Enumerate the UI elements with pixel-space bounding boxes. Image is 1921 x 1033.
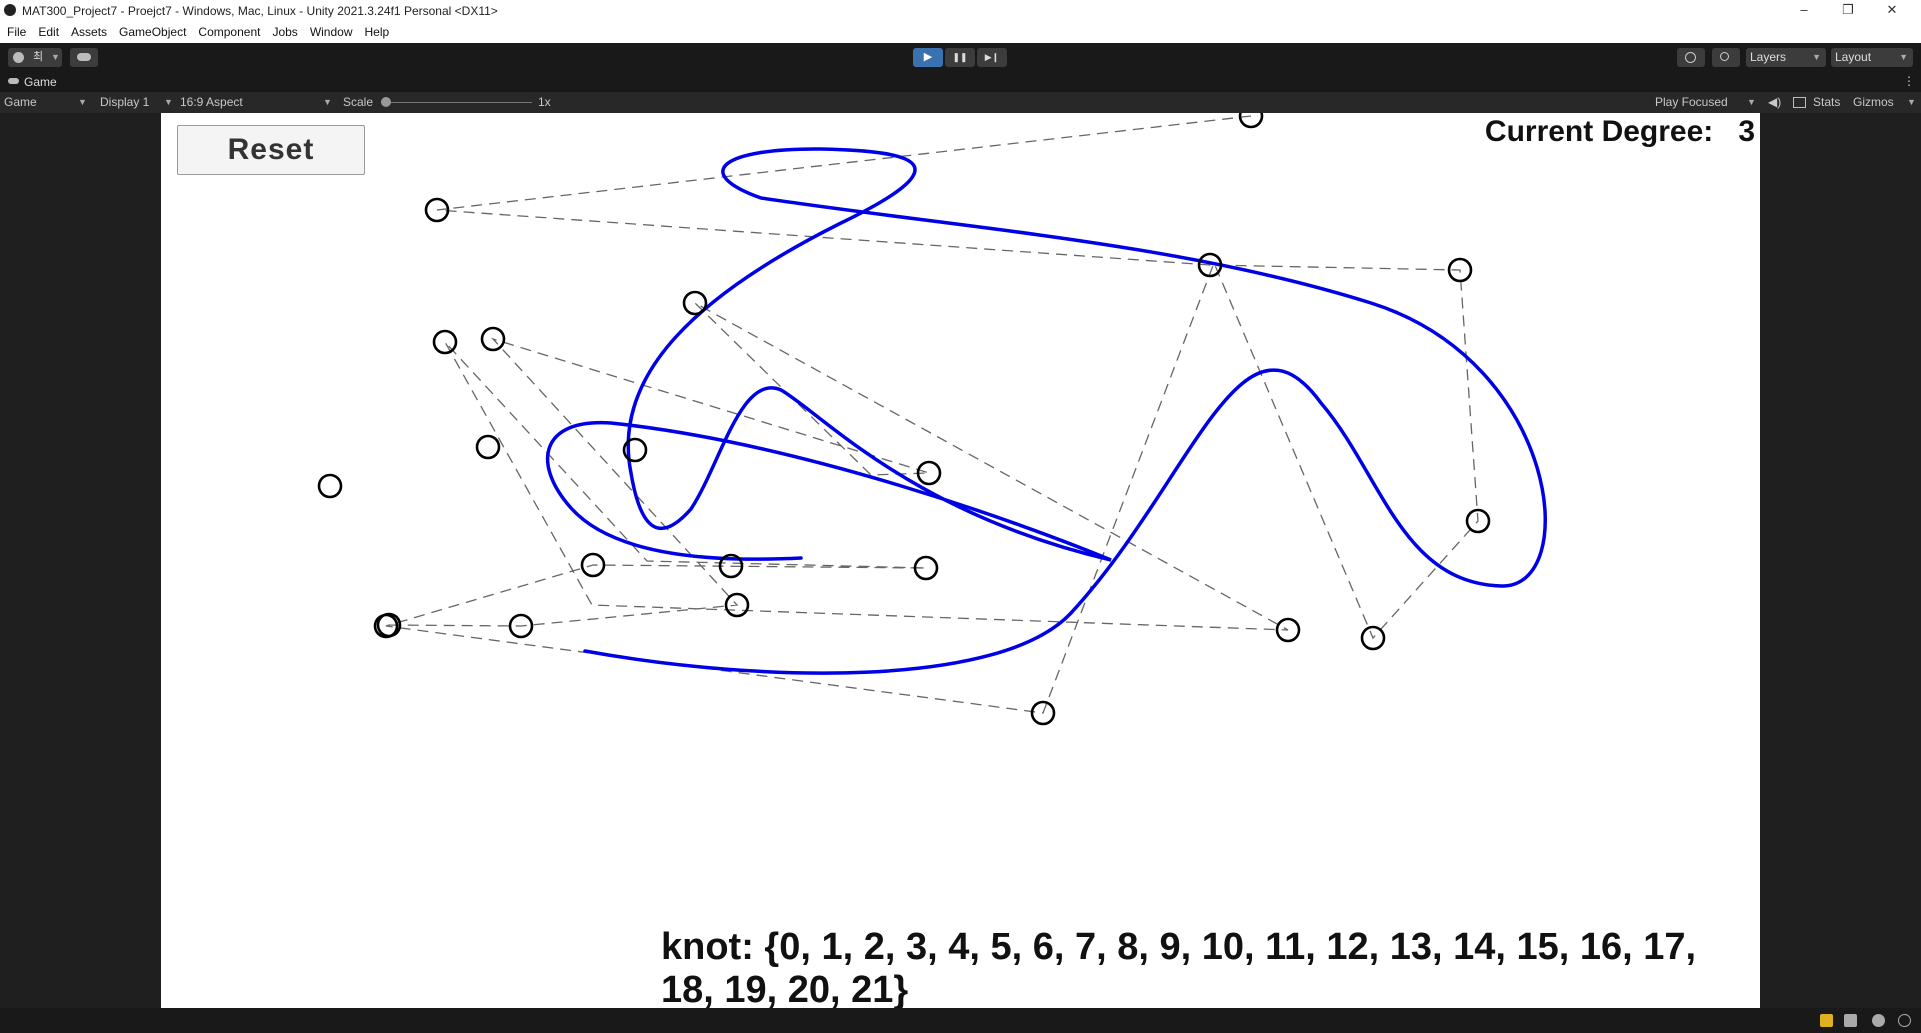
reset-button[interactable]: Reset bbox=[177, 125, 365, 175]
chevron-down-icon: ▼ bbox=[323, 97, 332, 107]
scale-slider-handle[interactable] bbox=[381, 97, 391, 107]
knot-vector-text: knot: {0, 1, 2, 3, 4, 5, 6, 7, 8, 9, 10,… bbox=[661, 926, 1697, 1008]
title-bar: MAT300_Project7 - Proejct7 - Windows, Ma… bbox=[0, 0, 1921, 22]
menu-component[interactable]: Component bbox=[192, 22, 266, 39]
search-icon bbox=[1720, 52, 1729, 61]
menu-file[interactable]: File bbox=[0, 22, 32, 39]
layout-label: Layout bbox=[1835, 50, 1872, 64]
menu-assets[interactable]: Assets bbox=[65, 22, 113, 39]
audio-icon[interactable]: ◀) bbox=[1768, 95, 1781, 109]
chevron-down-icon: ▼ bbox=[78, 97, 87, 107]
display-dropdown[interactable]: Display 1 bbox=[100, 95, 149, 109]
scale-value: 1x bbox=[538, 95, 551, 109]
play-focused-dropdown[interactable]: Play Focused bbox=[1655, 95, 1728, 109]
menu-bar: File Edit Assets GameObject Component Jobs Win… bbox=[0, 22, 1921, 43]
menu-jobs[interactable]: Jobs bbox=[266, 22, 303, 39]
bspline-curve bbox=[545, 147, 1547, 675]
game-tab-bar: Game ⋮ bbox=[0, 72, 1921, 92]
play-button[interactable]: ▶ bbox=[913, 48, 943, 67]
chevron-down-icon: ▼ bbox=[51, 52, 60, 62]
view-mode-dropdown[interactable]: Game bbox=[4, 95, 37, 109]
control-point[interactable] bbox=[682, 290, 708, 316]
account-icon bbox=[13, 52, 24, 63]
chevron-down-icon: ▼ bbox=[1899, 52, 1908, 62]
control-point[interactable] bbox=[432, 329, 458, 355]
game-view-bar: Game ▼ Display 1 ▼ 16:9 Aspect ▼ Scale 1… bbox=[0, 92, 1921, 113]
more-options-icon[interactable]: ⋮ bbox=[1903, 74, 1915, 88]
game-viewport[interactable]: Reset Current Degree: 3 knot: {0, 1, 2, … bbox=[161, 113, 1760, 1008]
step-button[interactable]: ▶❙ bbox=[977, 48, 1007, 67]
curve-canvas bbox=[317, 113, 1547, 726]
degree-value: 3 bbox=[1738, 115, 1755, 148]
stats-button[interactable]: Stats bbox=[1813, 95, 1840, 109]
pause-button[interactable]: ❚❚ bbox=[945, 48, 975, 67]
degree-label: Current Degree: bbox=[1484, 115, 1714, 148]
stack-icon[interactable] bbox=[1844, 1014, 1857, 1027]
layout-dropdown[interactable]: Layout ▼ bbox=[1831, 48, 1913, 67]
chevron-down-icon: ▼ bbox=[164, 97, 173, 107]
scale-slider-track[interactable] bbox=[385, 102, 532, 103]
undo-history-button[interactable] bbox=[1677, 48, 1705, 67]
control-polygon bbox=[385, 115, 1479, 714]
history-icon bbox=[1685, 52, 1696, 63]
gizmos-button[interactable]: Gizmos bbox=[1853, 95, 1894, 109]
cloud-icon bbox=[77, 53, 91, 61]
control-point[interactable] bbox=[475, 434, 501, 460]
menu-help[interactable]: Help bbox=[359, 22, 396, 39]
grid-icon[interactable] bbox=[1793, 97, 1806, 108]
letterbox-right bbox=[1760, 113, 1921, 1008]
menu-gameobject[interactable]: GameObject bbox=[113, 22, 192, 39]
unity-logo-icon bbox=[4, 4, 16, 16]
cloud-button[interactable] bbox=[70, 48, 98, 67]
control-point[interactable] bbox=[1238, 113, 1264, 129]
layers-label: Layers bbox=[1750, 50, 1787, 64]
layers-dropdown[interactable]: Layers ▼ bbox=[1746, 48, 1826, 67]
control-points[interactable] bbox=[317, 113, 1491, 726]
maximize-button[interactable]: ❐ bbox=[1826, 0, 1870, 22]
letterbox-left bbox=[0, 113, 161, 1008]
close-button[interactable]: ✕ bbox=[1870, 0, 1914, 22]
control-point[interactable] bbox=[317, 473, 343, 499]
main-toolbar: 최 ▼ ▶ ❚❚ ▶❙ Layers ▼ Layout ▼ bbox=[0, 43, 1921, 72]
tab-game[interactable]: Game bbox=[24, 75, 57, 89]
account-initial: 최 bbox=[33, 51, 44, 63]
minimize-button[interactable]: – bbox=[1782, 0, 1826, 22]
gamepad-icon bbox=[8, 78, 19, 84]
debug-icon[interactable] bbox=[1872, 1014, 1885, 1027]
search-button[interactable] bbox=[1712, 48, 1740, 67]
status-bar bbox=[0, 1008, 1921, 1033]
degree-display: Current Degree: 3 bbox=[1485, 115, 1755, 149]
account-dropdown[interactable]: 최 ▼ bbox=[8, 48, 62, 67]
bug-icon[interactable] bbox=[1820, 1014, 1833, 1027]
chevron-down-icon: ▼ bbox=[1907, 97, 1916, 107]
scale-label: Scale bbox=[343, 95, 374, 109]
window-title: MAT300_Project7 - Proejct7 - Windows, Ma… bbox=[22, 4, 498, 18]
check-icon[interactable] bbox=[1898, 1014, 1911, 1027]
menu-window[interactable]: Window bbox=[304, 22, 359, 39]
menu-edit[interactable]: Edit bbox=[32, 22, 65, 39]
chevron-down-icon: ▼ bbox=[1747, 97, 1756, 107]
chevron-down-icon: ▼ bbox=[1812, 52, 1821, 62]
aspect-dropdown[interactable]: 16:9 Aspect bbox=[180, 95, 243, 109]
